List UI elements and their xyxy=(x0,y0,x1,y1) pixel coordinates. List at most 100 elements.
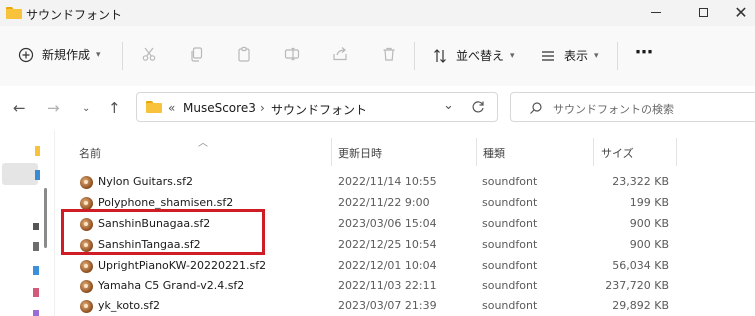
column-header-size[interactable]: サイズ xyxy=(601,145,634,161)
command-bar: 新規作成 ▾ 並べ替え ▾ 表示 ▾ ⋯ xyxy=(0,26,755,86)
folder-icon[interactable] xyxy=(35,146,40,156)
breadcrumb-musescore3[interactable]: MuseScore3 xyxy=(183,101,256,115)
file-size: 199 KB xyxy=(629,196,669,209)
more-options-button[interactable]: ⋯ xyxy=(635,42,653,63)
forward-arrow-icon[interactable]: → xyxy=(47,99,60,117)
search-input[interactable]: サウンドフォントの検索 xyxy=(510,92,755,122)
file-type: soundfont xyxy=(482,175,538,188)
file-modified: 2023/03/06 15:04 xyxy=(338,217,437,230)
navigation-pane xyxy=(0,130,44,316)
view-button[interactable]: 表示 ▾ xyxy=(540,47,599,64)
chevron-down-icon: ▾ xyxy=(510,50,515,61)
address-bar[interactable]: « MuseScore3 › サウンドフォント ⌄ xyxy=(136,92,498,122)
sort-icon xyxy=(434,48,446,63)
breadcrumb-soundfont[interactable]: サウンドフォント xyxy=(271,101,367,118)
sort-label: 並べ替え xyxy=(456,49,505,63)
cut-icon[interactable] xyxy=(141,46,157,62)
breadcrumb-overflow[interactable]: « xyxy=(168,101,175,115)
folder-icon xyxy=(146,101,162,113)
soundfont-file-icon xyxy=(80,260,93,273)
file-type: soundfont xyxy=(482,196,538,209)
new-label: 新規作成 xyxy=(42,48,91,62)
file-modified: 2022/12/01 10:04 xyxy=(338,259,437,272)
file-type: soundfont xyxy=(482,299,538,312)
file-row[interactable]: yk_koto.sf2 2023/03/07 21:39 soundfont 2… xyxy=(72,296,692,316)
recent-locations-icon[interactable]: ⌄ xyxy=(82,103,90,114)
videos-icon[interactable] xyxy=(33,310,39,316)
file-size: 29,892 KB xyxy=(612,299,669,312)
refresh-icon[interactable] xyxy=(471,100,485,114)
delete-icon[interactable] xyxy=(381,46,397,62)
file-row[interactable]: Yamaha C5 Grand-v2.4.sf2 2022/11/03 22:1… xyxy=(72,276,692,296)
file-modified: 2023/03/07 21:39 xyxy=(338,299,437,312)
search-icon xyxy=(530,102,542,114)
file-row[interactable]: UprightPianoKW-20220221.sf2 2022/12/01 1… xyxy=(72,256,692,276)
file-size: 900 KB xyxy=(629,217,669,230)
column-divider[interactable] xyxy=(476,138,477,166)
file-type: soundfont xyxy=(482,238,538,251)
music-icon[interactable] xyxy=(33,288,39,297)
file-name: yk_koto.sf2 xyxy=(98,299,161,312)
rename-icon[interactable] xyxy=(284,46,300,62)
file-modified: 2022/11/03 22:11 xyxy=(338,279,437,292)
file-size: 23,322 KB xyxy=(612,175,669,188)
document-icon[interactable] xyxy=(33,242,39,251)
new-button[interactable]: 新規作成 ▾ xyxy=(18,46,101,63)
chevron-down-icon: ▾ xyxy=(594,50,599,61)
share-icon[interactable] xyxy=(332,46,348,62)
up-arrow-icon[interactable]: ↑ xyxy=(108,99,121,117)
file-size: 56,034 KB xyxy=(612,259,669,272)
file-size: 900 KB xyxy=(629,238,669,251)
file-name: Polyphone_shamisen.sf2 xyxy=(98,196,234,209)
column-divider[interactable] xyxy=(593,138,594,166)
nav-selected-item[interactable] xyxy=(2,163,38,185)
folder-icon xyxy=(6,7,22,19)
file-size: 237,720 KB xyxy=(605,279,669,292)
maximize-button[interactable] xyxy=(683,0,723,24)
file-name: Nylon Guitars.sf2 xyxy=(98,175,193,188)
minimize-button[interactable] xyxy=(636,0,676,24)
highlight-box xyxy=(61,209,265,255)
plus-circle-icon xyxy=(18,47,34,62)
soundfont-file-icon xyxy=(80,176,93,189)
divider xyxy=(122,42,123,70)
desktop-icon xyxy=(35,170,40,180)
column-header-type[interactable]: 種類 xyxy=(483,145,505,161)
divider xyxy=(414,42,415,70)
window-title: サウンドフォント xyxy=(26,8,123,22)
paste-icon[interactable] xyxy=(236,46,252,62)
nav-scrollbar[interactable] xyxy=(44,188,47,248)
back-arrow-icon[interactable]: ← xyxy=(13,99,26,117)
pane-divider xyxy=(54,130,55,316)
file-modified: 2022/12/25 10:54 xyxy=(338,238,437,251)
file-modified: 2022/11/14 10:55 xyxy=(338,175,437,188)
pictures-icon[interactable] xyxy=(33,266,39,275)
file-type: soundfont xyxy=(482,217,538,230)
soundfont-file-icon xyxy=(80,280,93,293)
download-icon[interactable] xyxy=(33,223,39,230)
address-dropdown-icon[interactable]: ⌄ xyxy=(443,98,454,113)
close-button[interactable]: ✕ xyxy=(727,0,755,24)
file-name: Yamaha C5 Grand-v2.4.sf2 xyxy=(98,279,245,292)
file-modified: 2022/11/22 9:00 xyxy=(338,196,430,209)
view-label: 表示 xyxy=(564,49,589,63)
chevron-down-icon: ▾ xyxy=(96,49,101,60)
column-header-modified[interactable]: 更新日時 xyxy=(338,145,382,161)
column-header-name[interactable]: 名前 xyxy=(79,145,101,161)
address-row: ← → ⌄ ↑ « MuseScore3 › サウンドフォント ⌄ サウンドフォ… xyxy=(0,86,755,130)
sort-button[interactable]: 並べ替え ▾ xyxy=(432,47,515,64)
file-type: soundfont xyxy=(482,259,538,272)
column-divider[interactable] xyxy=(331,138,332,166)
file-row[interactable]: Nylon Guitars.sf2 2022/11/14 10:55 sound… xyxy=(72,172,692,192)
column-divider[interactable] xyxy=(676,138,677,166)
title-bar: サウンドフォント ✕ xyxy=(0,0,755,26)
file-type: soundfont xyxy=(482,279,538,292)
copy-icon[interactable] xyxy=(189,46,205,62)
sort-ascending-icon: ︿ xyxy=(198,138,208,149)
breadcrumb-separator: › xyxy=(260,101,265,115)
file-name: UprightPianoKW-20220221.sf2 xyxy=(98,259,267,272)
divider xyxy=(617,42,618,70)
view-icon xyxy=(542,50,554,61)
soundfont-file-icon xyxy=(80,300,93,313)
search-placeholder: サウンドフォントの検索 xyxy=(553,103,674,116)
